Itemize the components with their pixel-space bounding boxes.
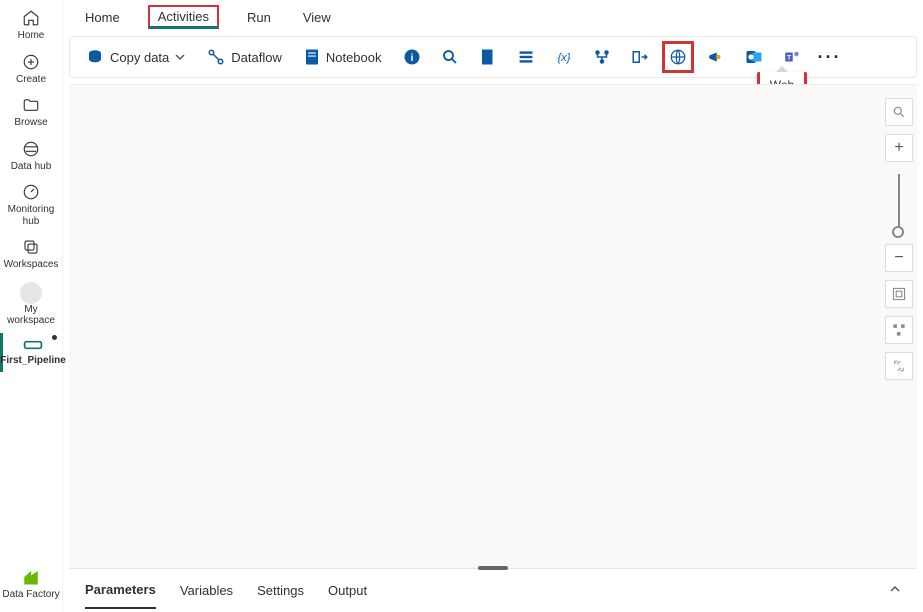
variable-icon: {x}	[554, 49, 574, 65]
auto-align-button[interactable]	[885, 316, 913, 344]
notebook-label: Notebook	[326, 50, 382, 65]
nav-workspaces-label: Workspaces	[4, 259, 59, 271]
notebook-button[interactable]: Notebook	[296, 41, 390, 73]
chevron-down-icon	[175, 52, 185, 62]
panel-collapse-button[interactable]	[889, 583, 901, 598]
avatar-icon	[20, 282, 42, 304]
nav-datahub[interactable]: Data hub	[0, 135, 63, 179]
fit-screen-button[interactable]	[885, 280, 913, 308]
canvas-tools: + −	[885, 98, 913, 380]
nav-monitoring-label: Monitoring hub	[0, 204, 63, 227]
nav-myworkspace-label: My workspace	[0, 304, 63, 327]
home-icon	[22, 9, 40, 27]
collapse-icon	[893, 360, 905, 372]
bottom-panel: Parameters Variables Settings Output	[69, 568, 917, 612]
menu-run[interactable]: Run	[243, 4, 275, 31]
nav-home-label: Home	[18, 30, 45, 42]
nav-create[interactable]: Create	[0, 48, 63, 92]
nav-monitoring[interactable]: Monitoring hub	[0, 178, 63, 233]
search-icon	[892, 105, 906, 119]
search-icon	[441, 48, 459, 66]
teams-icon: T	[783, 48, 801, 66]
menu-activities[interactable]: Activities	[148, 5, 219, 29]
left-nav-rail: Home Create Browse Data hub Monitoring h…	[0, 0, 63, 612]
svg-text:{x}: {x}	[557, 52, 570, 64]
nav-home[interactable]: Home	[0, 4, 63, 48]
script-button[interactable]	[472, 41, 504, 73]
azure-function-button[interactable]	[586, 41, 618, 73]
append-icon	[631, 48, 649, 66]
pipeline-canvas[interactable]	[69, 84, 917, 568]
megaphone-icon	[707, 48, 725, 66]
menu-home[interactable]: Home	[81, 4, 124, 31]
menu-bar: Home Activities Run View	[63, 0, 923, 34]
panel-resize-handle[interactable]	[478, 566, 508, 570]
outlook-icon	[745, 48, 763, 66]
outlook-button[interactable]	[738, 41, 770, 73]
align-icon	[892, 323, 906, 337]
nav-workspaces[interactable]: Workspaces	[0, 233, 63, 277]
plus-circle-icon	[22, 53, 40, 71]
append-variable-button[interactable]	[624, 41, 656, 73]
script-icon	[480, 48, 496, 66]
plus-icon: +	[894, 139, 903, 157]
nav-browse-label: Browse	[14, 117, 47, 129]
nav-browse[interactable]: Browse	[0, 91, 63, 135]
fullscreen-button[interactable]	[885, 352, 913, 380]
pipeline-icon	[23, 338, 43, 352]
svg-text:i: i	[410, 52, 413, 64]
list-icon	[518, 49, 534, 65]
dataflow-label: Dataflow	[231, 50, 282, 65]
nav-myworkspace[interactable]: My workspace	[0, 277, 63, 333]
nav-pipeline-label: First_Pipeline	[0, 355, 66, 367]
web-button[interactable]	[662, 41, 694, 73]
zoom-out-button[interactable]: −	[885, 244, 913, 272]
tab-output[interactable]: Output	[328, 573, 367, 608]
dataflow-icon	[207, 48, 225, 66]
dataflow-button[interactable]: Dataflow	[199, 41, 290, 73]
datafactory-icon	[22, 568, 40, 586]
zoom-in-button[interactable]: +	[885, 134, 913, 162]
copy-data-label: Copy data	[110, 50, 169, 65]
workspaces-icon	[22, 238, 40, 256]
menu-view[interactable]: View	[299, 4, 335, 31]
nav-create-label: Create	[16, 74, 46, 86]
invoke-pipeline-button[interactable]	[700, 41, 732, 73]
nav-datahub-label: Data hub	[11, 161, 52, 173]
set-variable-button[interactable]: {x}	[548, 41, 580, 73]
copy-data-icon	[86, 48, 104, 66]
monitor-icon	[22, 183, 40, 201]
copy-data-button[interactable]: Copy data	[78, 41, 193, 73]
globe-icon	[669, 48, 687, 66]
unsaved-dot-icon	[52, 335, 57, 340]
folder-icon	[22, 96, 40, 114]
tab-settings[interactable]: Settings	[257, 573, 304, 608]
chevron-up-icon	[889, 583, 901, 595]
nav-datafactory[interactable]: Data Factory	[0, 563, 63, 607]
lookup-button[interactable]: i	[396, 41, 428, 73]
canvas-search-button[interactable]	[885, 98, 913, 126]
stored-procedure-button[interactable]	[510, 41, 542, 73]
nav-datafactory-label: Data Factory	[2, 589, 59, 601]
graph-icon	[593, 48, 611, 66]
fit-icon	[892, 287, 906, 301]
datahub-icon	[22, 140, 40, 158]
zoom-slider[interactable]	[898, 174, 900, 232]
ellipsis-icon: ···	[818, 47, 842, 68]
minus-icon: −	[894, 249, 903, 267]
info-circle-icon: i	[403, 48, 421, 66]
more-activities-button[interactable]: ···	[814, 41, 846, 73]
notebook-icon	[304, 48, 320, 66]
tab-parameters[interactable]: Parameters	[85, 572, 156, 609]
zoom-thumb[interactable]	[892, 226, 904, 238]
main-area: Home Activities Run View Copy data Dataf…	[63, 0, 923, 612]
tab-variables[interactable]: Variables	[180, 573, 233, 608]
search-activity-button[interactable]	[434, 41, 466, 73]
